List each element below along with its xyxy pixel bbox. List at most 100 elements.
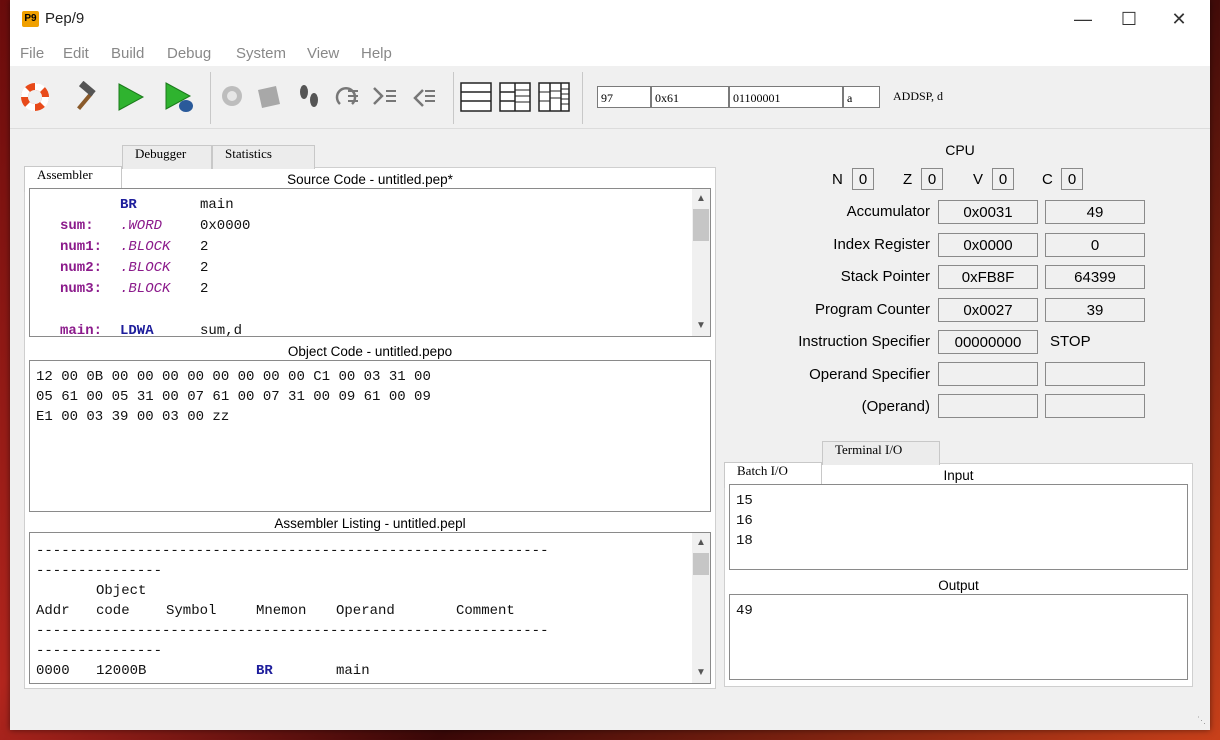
batch-input-field[interactable]: 15 16 18 <box>729 484 1188 570</box>
listing-row-mnemon: BR <box>256 663 273 679</box>
scroll-down-icon[interactable]: ▼ <box>692 665 710 681</box>
single-step-button[interactable] <box>290 78 328 116</box>
app-window: P9 Pep/9 — ☐ ✕ File Edit Build Debug Sys… <box>10 0 1210 730</box>
source-symbol: main: <box>60 323 103 337</box>
listing-scrollbar[interactable]: ▲ ▼ <box>692 533 710 683</box>
tab-statistics[interactable]: Statistics <box>212 145 315 169</box>
assembler-listing[interactable]: ----------------------------------------… <box>29 532 711 684</box>
minimize-icon: — <box>1074 9 1092 29</box>
flag-z-label: Z <box>903 171 913 188</box>
source-scroll-thumb[interactable] <box>693 209 709 241</box>
source-symbol: num1: <box>60 239 103 255</box>
maximize-icon: ☐ <box>1120 9 1138 29</box>
app-icon: P9 <box>22 11 39 27</box>
stack-pointer-label: Stack Pointer <box>840 268 930 285</box>
layout-rows-icon <box>460 82 492 112</box>
accumulator-label: Accumulator <box>846 203 930 220</box>
scroll-up-icon[interactable]: ▲ <box>692 535 710 551</box>
menu-help[interactable]: Help <box>361 45 392 62</box>
minimize-button[interactable]: — <box>1060 0 1106 38</box>
layout-code-cpu-button[interactable] <box>496 78 534 116</box>
batch-output-field[interactable]: 49 <box>729 594 1188 680</box>
index-register-dec: 0 <box>1045 233 1145 257</box>
source-directive: .BLOCK <box>120 281 171 297</box>
source-code-editor[interactable]: BR main sum: .WORD 0x0000 num1: .BLOCK 2 num2: .B… <box>29 188 711 337</box>
toolbar-separator <box>453 72 454 124</box>
layout-code-only-button[interactable] <box>457 78 495 116</box>
step-out-button[interactable] <box>405 78 443 116</box>
operand-specifier-label: Operand Specifier <box>809 366 930 383</box>
output-label: Output <box>938 578 979 593</box>
code-panel: Assembler Debugger Statistics Source Cod… <box>24 145 716 689</box>
build-button[interactable] <box>66 78 104 116</box>
run-button[interactable] <box>111 78 149 116</box>
menu-build[interactable]: Build <box>111 45 144 62</box>
debug-play-icon <box>165 82 193 112</box>
listing-row-code: 12000B <box>96 663 147 679</box>
menu-view[interactable]: View <box>307 45 339 62</box>
source-directive: .WORD <box>120 218 163 234</box>
flag-c-value: 0 <box>1061 168 1083 190</box>
continue-icon <box>258 86 280 108</box>
listing-header-object: Object <box>96 583 147 599</box>
program-counter-label: Program Counter <box>814 301 930 318</box>
continue-button[interactable] <box>250 78 288 116</box>
step-into-icon <box>373 87 396 105</box>
debug-button[interactable] <box>160 78 198 116</box>
menu-system[interactable]: System <box>236 45 286 62</box>
source-symbol: num3: <box>60 281 103 297</box>
resize-grip-icon[interactable]: ⋱ <box>1197 715 1206 726</box>
step-out-icon <box>413 89 435 107</box>
input-line: 18 <box>736 533 753 549</box>
char-converter-field[interactable]: a <box>843 86 880 108</box>
listing-header-addr: Addr <box>36 603 70 619</box>
menu-file[interactable]: File <box>20 45 44 62</box>
source-operand: 0x0000 <box>200 218 251 234</box>
source-operand: 2 <box>200 281 209 297</box>
interrupt-button[interactable] <box>214 78 252 116</box>
flag-v-value: 0 <box>992 168 1014 190</box>
title-bar: P9 Pep/9 — ☐ ✕ <box>10 0 1210 38</box>
listing-header-code: code <box>96 603 130 619</box>
listing-header-operand: Operand <box>336 603 395 619</box>
close-icon: ✕ <box>1171 9 1187 29</box>
source-scrollbar[interactable]: ▲ ▼ <box>692 189 710 336</box>
close-button[interactable]: ✕ <box>1156 0 1202 38</box>
source-symbol: sum: <box>60 218 94 234</box>
instruction-mnemonic: STOP <box>1050 333 1091 350</box>
scroll-up-icon[interactable]: ▲ <box>692 191 710 207</box>
flag-z-value: 0 <box>921 168 943 190</box>
hex-converter-field[interactable]: 0x61 <box>651 86 729 108</box>
tab-terminal-io[interactable]: Terminal I/O <box>822 441 940 465</box>
object-code-editor[interactable]: 12 00 0B 00 00 00 00 00 00 00 00 C1 00 0… <box>29 360 711 512</box>
input-line: 16 <box>736 513 753 529</box>
tab-debugger[interactable]: Debugger <box>122 145 212 169</box>
cpu-title: CPU <box>945 142 975 158</box>
reset-button[interactable] <box>16 78 54 116</box>
source-code-title: Source Code - untitled.pep* <box>287 172 453 187</box>
operand-label: (Operand) <box>861 398 930 415</box>
source-directive: .BLOCK <box>120 239 171 255</box>
source-directive: .BLOCK <box>120 260 171 276</box>
step-into-button[interactable] <box>366 78 404 116</box>
listing-row-addr: 0000 <box>36 663 70 679</box>
toolbar-separator <box>582 72 583 124</box>
listing-header-symbol: Symbol <box>166 603 217 619</box>
operand-specifier-hex <box>938 362 1038 386</box>
object-line: 12 00 0B 00 00 00 00 00 00 00 00 C1 00 0… <box>36 369 431 385</box>
object-code-title: Object Code - untitled.pepo <box>287 344 453 359</box>
stack-pointer-dec: 64399 <box>1045 265 1145 289</box>
maximize-button[interactable]: ☐ <box>1106 0 1152 38</box>
accumulator-dec: 49 <box>1045 200 1145 224</box>
menu-debug[interactable]: Debug <box>167 45 211 62</box>
source-operand: 2 <box>200 239 209 255</box>
instruction-specifier-bin: 00000000 <box>938 330 1038 354</box>
decimal-converter-field[interactable]: 97 <box>597 86 651 108</box>
listing-scroll-thumb[interactable] <box>693 553 709 575</box>
layout-code-cpu-memory-button[interactable] <box>535 78 573 116</box>
source-operand: main <box>200 197 234 213</box>
menu-edit[interactable]: Edit <box>63 45 89 62</box>
scroll-down-icon[interactable]: ▼ <box>692 318 710 334</box>
step-over-button[interactable] <box>328 78 366 116</box>
binary-converter-field[interactable]: 01100001 <box>729 86 843 108</box>
